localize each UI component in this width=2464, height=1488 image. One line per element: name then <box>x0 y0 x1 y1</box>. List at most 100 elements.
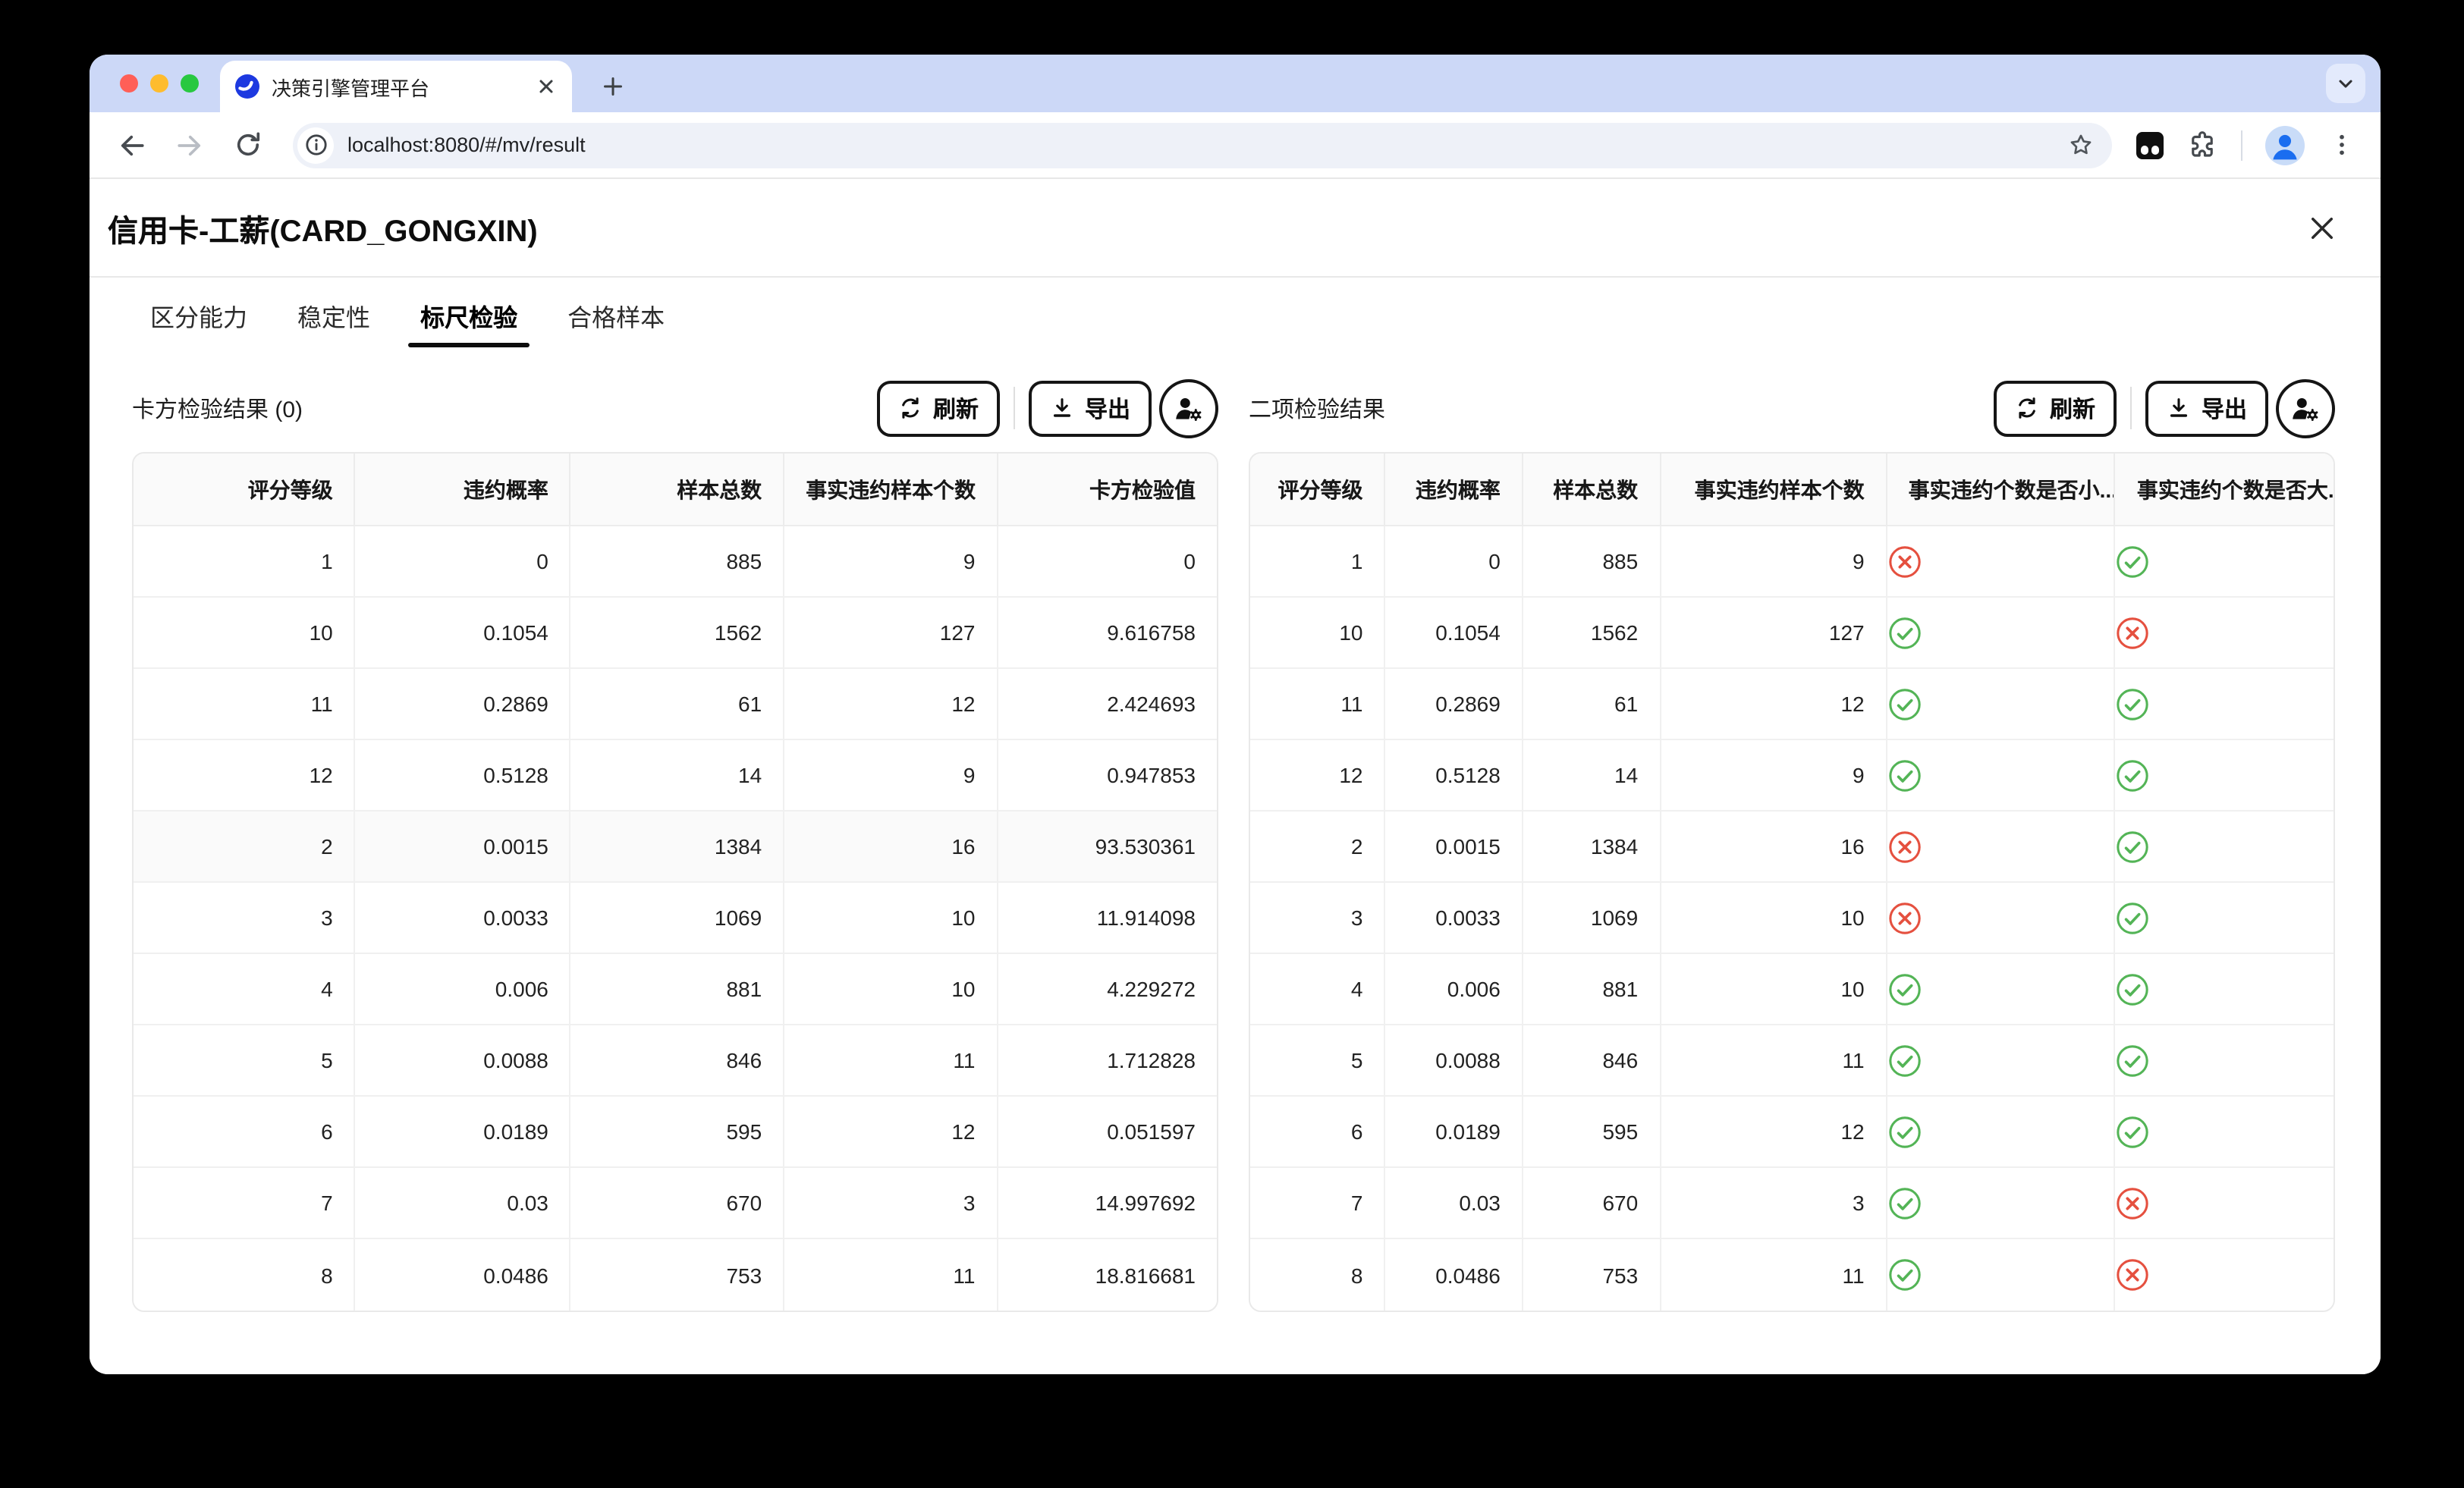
table-row[interactable]: 60.0189595120.051597 <box>134 1097 1217 1168</box>
site-info-icon[interactable] <box>297 127 334 163</box>
page-tabs: 区分能力 稳定性 标尺检验 合格样本 <box>90 284 2381 347</box>
table-row[interactable]: 70.03670314.997692 <box>134 1168 1217 1239</box>
cell-sample-total: 1069 <box>571 883 784 954</box>
bookmark-star-icon[interactable] <box>2063 128 2097 162</box>
cell-sample-total: 670 <box>1523 1168 1661 1239</box>
binomial-panel-actions: 刷新 导出 <box>1994 378 2335 438</box>
cell-sample-total: 595 <box>571 1097 784 1168</box>
cell-grade: 2 <box>1250 811 1386 883</box>
tab-stability[interactable]: 稳定性 <box>282 284 385 347</box>
tab-search-chevron-icon[interactable] <box>2326 64 2365 103</box>
check-circle-icon <box>2116 544 2334 579</box>
close-window-button[interactable] <box>120 74 138 93</box>
cell-chi-square-value: 0.051597 <box>998 1097 1218 1168</box>
table-row[interactable]: 120.51281490.947853 <box>134 740 1217 811</box>
table-row[interactable]: 100.10541562127 <box>1250 598 2334 669</box>
table-row[interactable]: 120.5128149 <box>1250 740 2334 811</box>
check-circle-icon <box>1887 758 2114 793</box>
extension-black-icon[interactable] <box>2136 131 2164 159</box>
button-divider <box>2130 387 2132 429</box>
check-circle-icon <box>1887 1185 2114 1220</box>
cell-is-less-result <box>1887 1168 2116 1239</box>
new-tab-button[interactable] <box>593 67 633 106</box>
table-row[interactable]: 110.286961122.424693 <box>134 669 1217 740</box>
table-row[interactable]: 110.28696112 <box>1250 669 2334 740</box>
cell-chi-square-value: 0.947853 <box>998 740 1218 811</box>
cell-chi-square-value: 2.424693 <box>998 669 1218 740</box>
cell-chi-square-value: 11.914098 <box>998 883 1218 954</box>
table-row[interactable]: 50.0088846111.712828 <box>134 1025 1217 1097</box>
browser-tab-strip: 决策引擎管理平台 <box>90 55 2381 112</box>
check-circle-icon <box>2116 1114 2334 1149</box>
cell-grade: 4 <box>1250 954 1386 1025</box>
refresh-button[interactable]: 刷新 <box>1994 380 2117 436</box>
check-circle-icon <box>1887 972 2114 1006</box>
chi-square-panel-title: 卡方检验结果 (0) <box>132 392 303 424</box>
table-row[interactable]: 1088590 <box>134 526 1217 598</box>
table-row[interactable]: 40.006881104.229272 <box>134 954 1217 1025</box>
cell-actual-default-count: 10 <box>1661 954 1887 1025</box>
cell-grade: 11 <box>1250 669 1386 740</box>
check-circle-icon <box>1887 1257 2114 1292</box>
cell-grade: 5 <box>1250 1025 1386 1097</box>
tab-discrimination[interactable]: 区分能力 <box>135 284 262 347</box>
col-grade: 评分等级 <box>134 454 356 526</box>
table-row[interactable]: 80.048675311 <box>1250 1239 2334 1311</box>
modal-close-icon[interactable] <box>2302 208 2341 247</box>
column-settings-button[interactable] <box>1159 378 1218 438</box>
tab-close-icon[interactable] <box>533 73 560 100</box>
table-row[interactable]: 108859 <box>1250 526 2334 598</box>
x-circle-icon <box>2116 1185 2334 1220</box>
minimize-window-button[interactable] <box>150 74 168 93</box>
table-row[interactable]: 50.008884611 <box>1250 1025 2334 1097</box>
table-row[interactable]: 80.04867531118.816681 <box>134 1239 1217 1311</box>
cell-sample-total: 846 <box>1523 1025 1661 1097</box>
cell-actual-default-count: 16 <box>784 811 998 883</box>
cell-is-less-result <box>1887 883 2116 954</box>
table-row[interactable]: 20.001513841693.530361 <box>134 811 1217 883</box>
refresh-button[interactable]: 刷新 <box>877 380 1000 436</box>
col-sample-total: 样本总数 <box>1523 454 1661 526</box>
chi-square-panel: 卡方检验结果 (0) 刷新 导出 <box>132 378 1218 1312</box>
cell-sample-total: 753 <box>1523 1239 1661 1311</box>
table-row[interactable]: 70.036703 <box>1250 1168 2334 1239</box>
reload-icon[interactable] <box>226 124 269 166</box>
binomial-panel-title: 二项检验结果 <box>1249 392 1385 424</box>
cell-sample-total: 670 <box>571 1168 784 1239</box>
tab-qualified-sample[interactable]: 合格样本 <box>552 284 680 347</box>
table-row[interactable]: 30.0033106910 <box>1250 883 2334 954</box>
table-row[interactable]: 30.003310691011.914098 <box>134 883 1217 954</box>
cell-actual-default-count: 9 <box>784 740 998 811</box>
cell-grade: 1 <box>1250 526 1386 598</box>
zoom-window-button[interactable] <box>181 74 199 93</box>
table-row[interactable]: 60.018959512 <box>1250 1097 2334 1168</box>
menu-kebab-icon[interactable] <box>2327 130 2356 159</box>
tab-scale-test[interactable]: 标尺检验 <box>405 284 533 347</box>
export-button-label: 导出 <box>1085 392 1130 424</box>
check-circle-icon <box>2116 900 2334 935</box>
forward-icon[interactable] <box>168 124 211 166</box>
cell-default-probability: 0.1054 <box>356 598 571 669</box>
back-icon[interactable] <box>111 124 153 166</box>
check-circle-icon <box>1887 1114 2114 1149</box>
cell-grade: 10 <box>134 598 356 669</box>
column-settings-button[interactable] <box>2276 378 2335 438</box>
cell-is-less-result <box>1887 526 2116 598</box>
table-row[interactable]: 20.0015138416 <box>1250 811 2334 883</box>
browser-tab[interactable]: 决策引擎管理平台 <box>220 61 572 112</box>
cell-actual-default-count: 12 <box>784 1097 998 1168</box>
cell-actual-default-count: 11 <box>1661 1025 1887 1097</box>
cell-is-less-result <box>1887 954 2116 1025</box>
url-bar[interactable]: localhost:8080/#/mv/result <box>293 122 2112 168</box>
table-row[interactable]: 100.105415621279.616758 <box>134 598 1217 669</box>
check-circle-icon <box>2116 1043 2334 1078</box>
extensions-puzzle-icon[interactable] <box>2186 129 2218 161</box>
export-button[interactable]: 导出 <box>2145 380 2268 436</box>
profile-avatar[interactable] <box>2265 125 2305 165</box>
refresh-button-label: 刷新 <box>2050 392 2095 424</box>
cell-sample-total: 61 <box>1523 669 1661 740</box>
cell-actual-default-count: 9 <box>784 526 998 598</box>
table-row[interactable]: 40.00688110 <box>1250 954 2334 1025</box>
cell-actual-default-count: 12 <box>1661 669 1887 740</box>
export-button[interactable]: 导出 <box>1029 380 1152 436</box>
